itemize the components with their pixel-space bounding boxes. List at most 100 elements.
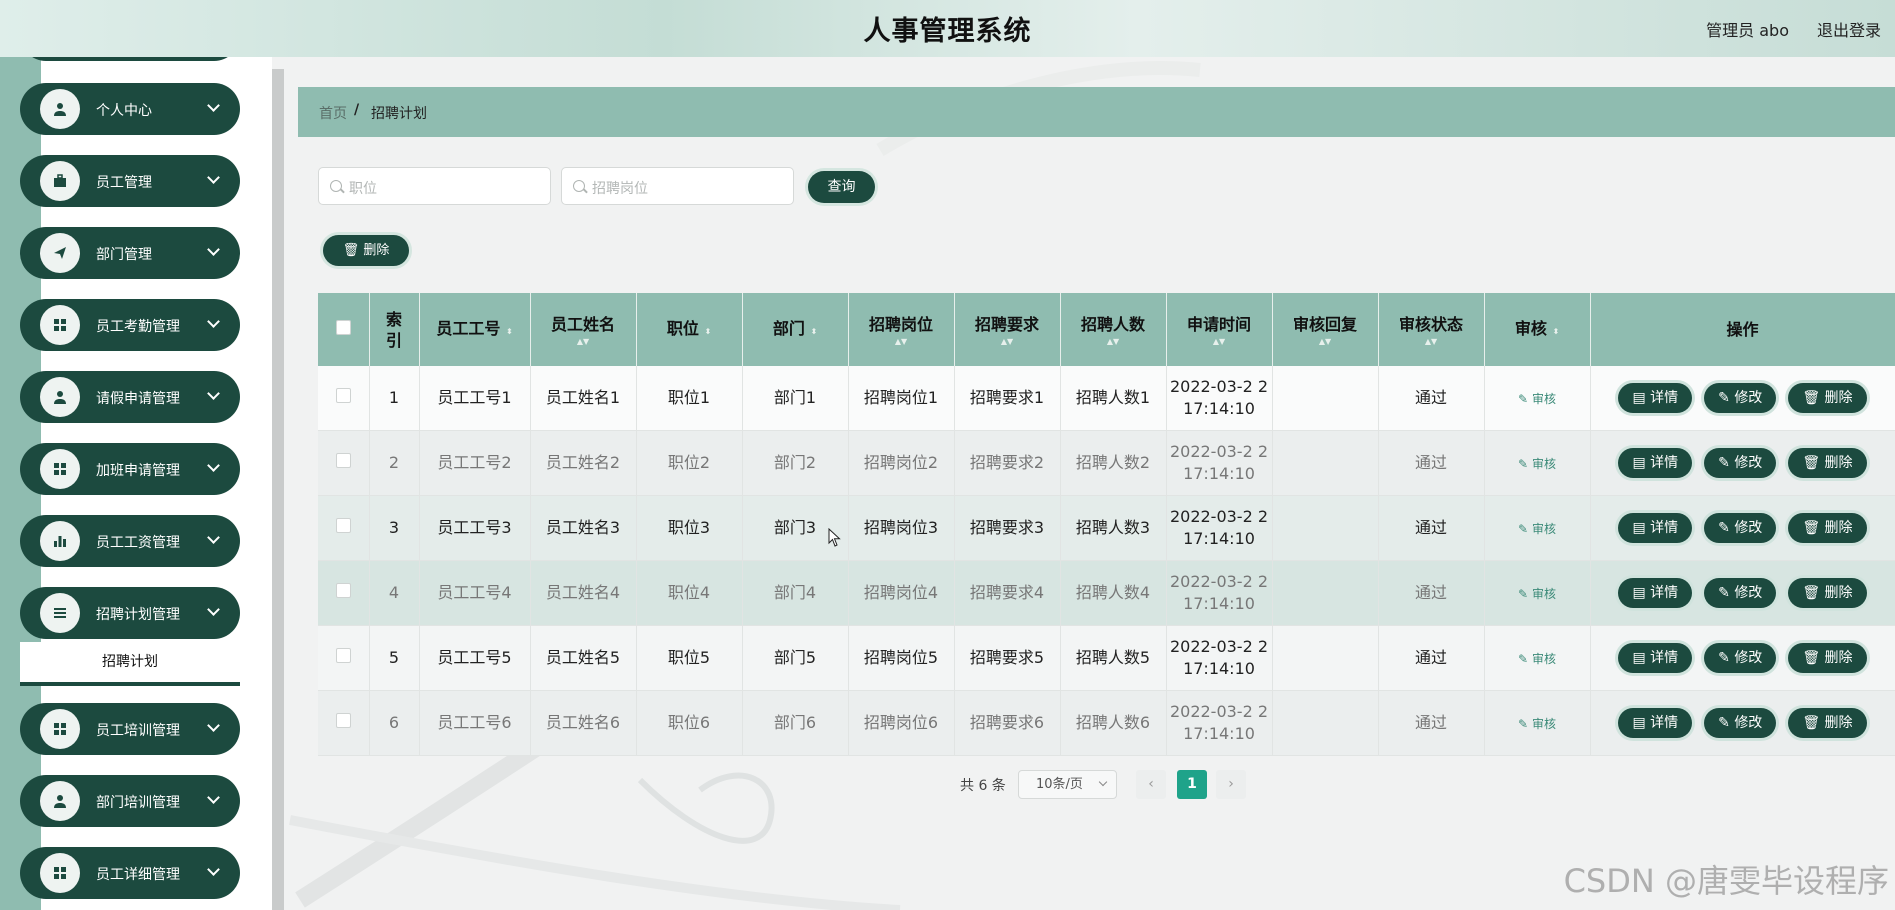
delete-button[interactable]: 🗑 删除 [1788, 578, 1867, 608]
chevron-down-icon [207, 459, 220, 472]
delete-button[interactable]: 🗑 删除 [1788, 513, 1867, 543]
sidebar-item-recruitment[interactable]: 招聘计划管理 [20, 587, 240, 639]
cell-dept: 部门1 [742, 366, 849, 431]
audit-link[interactable]: ✎ 审核 [1518, 717, 1556, 731]
detail-button[interactable]: ▤ 详情 [1618, 578, 1693, 608]
cell-ops: ▤ 详情 ✎ 修改 🗑 删除 [1590, 495, 1895, 561]
sidebar-item-attendance[interactable]: 员工考勤管理 [20, 299, 240, 351]
prev-page-button[interactable]: ‹ [1136, 770, 1166, 799]
cell-status: 通过 [1378, 495, 1485, 561]
row-select-cell[interactable] [318, 560, 370, 626]
row-select-cell[interactable] [318, 690, 370, 756]
edit-button[interactable]: ✎ 修改 [1704, 643, 1777, 673]
cell-post: 招聘岗位3 [848, 495, 955, 561]
next-page-button[interactable]: › [1216, 770, 1246, 799]
sidebar-item-dept-training[interactable]: 部门培训管理 [20, 775, 240, 827]
sidebar-item-training[interactable]: 员工培训管理 [20, 703, 240, 755]
row-checkbox[interactable] [335, 648, 351, 663]
position-search-input[interactable]: 职位 [318, 167, 551, 205]
select-all-header[interactable] [318, 293, 370, 366]
delete-button[interactable]: 🗑 删除 [1788, 383, 1867, 413]
edit-button[interactable]: ✎ 修改 [1704, 448, 1777, 478]
chevron-down-icon [207, 243, 220, 256]
grid-icon [40, 853, 80, 893]
breadcrumb-home[interactable]: 首页 [319, 103, 347, 123]
cell-dept: 部门4 [742, 560, 849, 626]
row-select-cell[interactable] [318, 430, 370, 496]
col-reply[interactable]: 审核回复 ▲▼ [1272, 293, 1379, 366]
app-title: 人事管理系统 [863, 16, 1032, 47]
edit-button[interactable]: ✎ 修改 [1704, 383, 1777, 413]
delete-button[interactable]: 🗑 删除 [1788, 448, 1867, 478]
query-button[interactable]: 查询 [808, 171, 875, 203]
col-count[interactable]: 招聘人数 ▲▼ [1060, 293, 1167, 366]
detail-button[interactable]: ▤ 详情 [1618, 643, 1693, 673]
detail-button[interactable]: ▤ 详情 [1618, 383, 1693, 413]
audit-link[interactable]: ✎ 审核 [1518, 392, 1556, 406]
table-row: 3 员工工号3 员工姓名3 职位3 部门3 招聘岗位3 招聘要求3 招聘人数3 2022-03-… [318, 495, 1895, 561]
detail-button[interactable]: ▤ 详情 [1618, 708, 1693, 738]
sidebar-item-label: 加班申请管理 [96, 463, 180, 479]
col-apply-time[interactable]: 申请时间 ▲▼ [1166, 293, 1273, 366]
page-size-select[interactable]: 10条/页 [1018, 770, 1117, 799]
row-checkbox[interactable] [335, 713, 351, 728]
sidebar-scrollbar[interactable] [272, 69, 284, 910]
cell-audit: ✎ 审核 [1484, 430, 1591, 496]
position-placeholder: 职位 [349, 181, 377, 197]
col-position[interactable]: 职位 ⬍ [636, 293, 743, 366]
row-checkbox[interactable] [335, 388, 351, 403]
logout-link[interactable]: 退出登录 [1817, 17, 1881, 41]
cell-status: 通过 [1378, 366, 1485, 431]
sidebar-item-leave[interactable]: 请假申请管理 [20, 371, 240, 423]
col-audit[interactable]: 审核 ⬍ [1484, 293, 1591, 366]
post-search-input[interactable]: 招聘岗位 [561, 167, 794, 205]
col-requirement[interactable]: 招聘要求 ▲▼ [954, 293, 1061, 366]
submenu-recruitment-plan[interactable]: 招聘计划 [20, 642, 240, 686]
batch-delete-label: 删除 [363, 243, 390, 258]
sidebar-item-overtime[interactable]: 加班申请管理 [20, 443, 240, 495]
cell-emp-name: 员工姓名5 [530, 625, 637, 691]
edit-button[interactable]: ✎ 修改 [1704, 708, 1777, 738]
col-emp-name[interactable]: 员工姓名 ▲▼ [530, 293, 637, 366]
select-all-checkbox[interactable] [335, 320, 351, 335]
row-select-cell[interactable] [318, 366, 370, 431]
table-header-row: 索引 员工工号 ⬍ 员工姓名 ▲▼ 职位 ⬍ 部门 ⬍ 招聘岗位 ▲▼ 招聘要求 ▲▼… [318, 293, 1895, 366]
edit-button[interactable]: ✎ 修改 [1704, 513, 1777, 543]
row-checkbox[interactable] [335, 583, 351, 598]
cell-requirement: 招聘要求2 [954, 430, 1061, 496]
row-checkbox[interactable] [335, 518, 351, 533]
table-row: 1 员工工号1 员工姓名1 职位1 部门1 招聘岗位1 招聘要求1 招聘人数1 2022-03-… [318, 366, 1895, 431]
breadcrumb-current: 招聘计划 [371, 106, 427, 122]
audit-link[interactable]: ✎ 审核 [1518, 457, 1556, 471]
col-post[interactable]: 招聘岗位 ▲▼ [848, 293, 955, 366]
chevron-down-icon [207, 315, 220, 328]
edit-button[interactable]: ✎ 修改 [1704, 578, 1777, 608]
sidebar-item-employee[interactable]: 员工管理 [20, 155, 240, 207]
delete-button[interactable]: 🗑 删除 [1788, 643, 1867, 673]
detail-button[interactable]: ▤ 详情 [1618, 448, 1693, 478]
cell-audit: ✎ 审核 [1484, 560, 1591, 626]
sidebar-item-salary[interactable]: 员工工资管理 [20, 515, 240, 567]
col-status[interactable]: 审核状态 ▲▼ [1378, 293, 1485, 366]
sidebar-item-personal-center[interactable]: 个人中心 [20, 83, 240, 135]
batch-delete-button[interactable]: 🗑 删除 [323, 235, 409, 266]
col-index: 索引 [369, 293, 420, 366]
delete-button[interactable]: 🗑 删除 [1788, 708, 1867, 738]
search-icon [573, 180, 585, 192]
cell-count: 招聘人数4 [1060, 560, 1167, 626]
audit-link[interactable]: ✎ 审核 [1518, 587, 1556, 601]
col-emp-no[interactable]: 员工工号 ⬍ [419, 293, 531, 366]
row-select-cell[interactable] [318, 495, 370, 561]
row-checkbox[interactable] [335, 453, 351, 468]
col-dept[interactable]: 部门 ⬍ [742, 293, 849, 366]
cell-apply-time: 2022-03-2 2 17:14:10 [1166, 560, 1273, 626]
briefcase-icon [40, 161, 80, 201]
page-1-button[interactable]: 1 [1177, 770, 1207, 799]
audit-link[interactable]: ✎ 审核 [1518, 652, 1556, 666]
audit-link[interactable]: ✎ 审核 [1518, 522, 1556, 536]
sidebar-item-employee-detail[interactable]: 员工详细管理 [20, 847, 240, 899]
edit-pen-icon: ✎ [1718, 585, 1730, 601]
sidebar-item-department[interactable]: 部门管理 [20, 227, 240, 279]
detail-button[interactable]: ▤ 详情 [1618, 513, 1693, 543]
row-select-cell[interactable] [318, 625, 370, 691]
